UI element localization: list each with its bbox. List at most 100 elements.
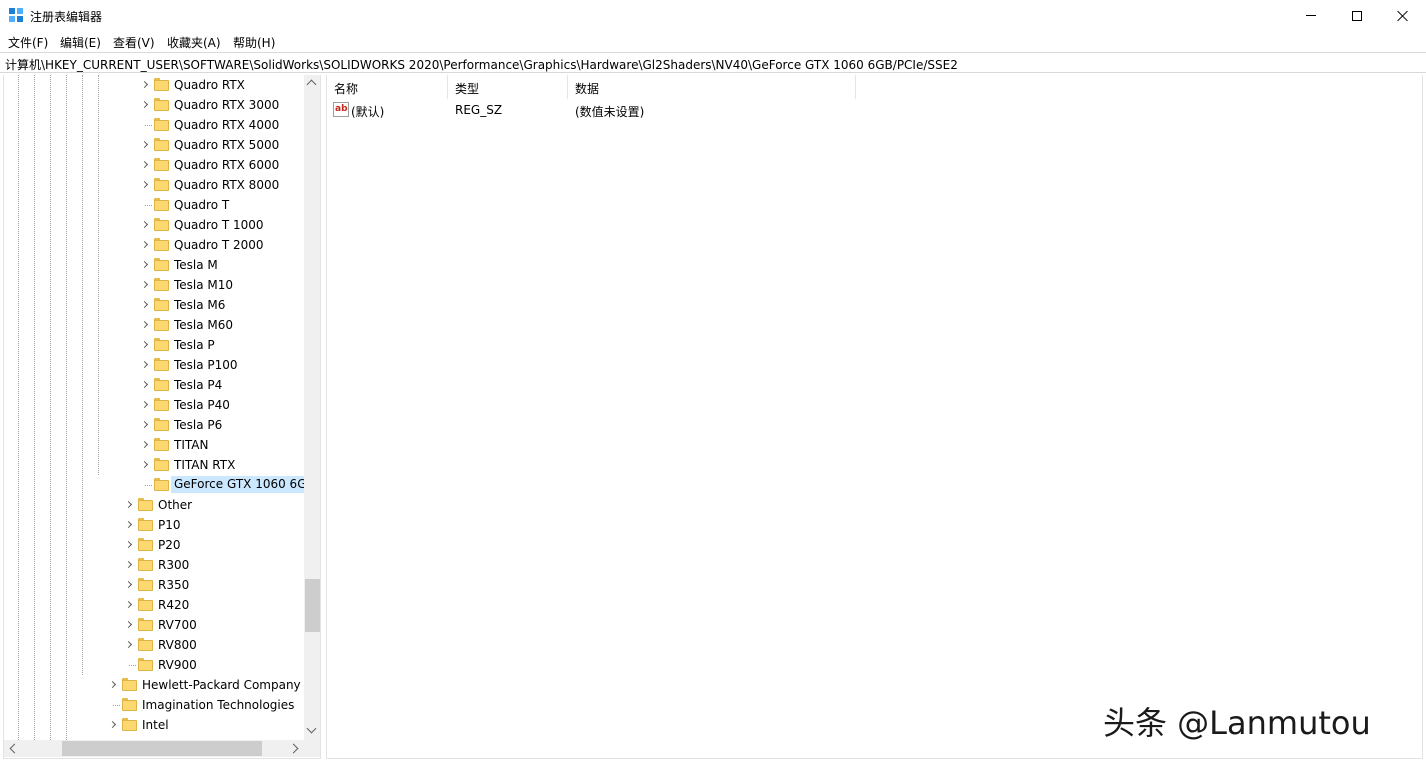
minimize-button[interactable]: [1288, 0, 1334, 31]
tree-vertical-scrollbar[interactable]: [304, 75, 320, 740]
tree-node[interactable]: Tesla P6: [4, 415, 304, 435]
tree-horizontal-scroll-thumb[interactable]: [62, 741, 262, 756]
minimize-icon: [1306, 15, 1316, 16]
chevron-right-icon[interactable]: [140, 80, 150, 90]
tree-node[interactable]: Tesla P100: [4, 355, 304, 375]
tree-node[interactable]: P10: [4, 515, 304, 535]
address-path[interactable]: 计算机\HKEY_CURRENT_USER\SOFTWARE\SolidWork…: [5, 56, 958, 73]
column-header-data[interactable]: 数据: [568, 75, 856, 99]
chevron-right-icon[interactable]: [124, 500, 134, 510]
key-tree[interactable]: Quadro RTX Quadro RTX 3000 Quadro RTX 4000…: [4, 75, 304, 740]
chevron-right-icon[interactable]: [124, 580, 134, 590]
chevron-right-icon[interactable]: [140, 240, 150, 250]
ab-string-value-icon: ab: [333, 102, 349, 117]
scroll-left-arrow-icon[interactable]: [9, 743, 20, 754]
close-button[interactable]: [1380, 0, 1426, 31]
tree-node[interactable]: Quadro RTX: [4, 75, 304, 95]
chevron-right-icon[interactable]: [140, 380, 150, 390]
tree-node[interactable]: Imagination Technologies: [4, 695, 304, 715]
tree-node[interactable]: Quadro RTX 8000: [4, 175, 304, 195]
tree-node[interactable]: Quadro RTX 4000: [4, 115, 304, 135]
menu-view[interactable]: 查看(V): [113, 34, 155, 51]
folder-icon: [138, 618, 153, 631]
address-bar[interactable]: 计算机\HKEY_CURRENT_USER\SOFTWARE\SolidWork…: [0, 52, 1426, 73]
tree-node[interactable]: Tesla M6: [4, 295, 304, 315]
tree-node[interactable]: R300: [4, 555, 304, 575]
tree-node[interactable]: RV800: [4, 635, 304, 655]
chevron-right-icon[interactable]: [108, 680, 118, 690]
chevron-right-icon[interactable]: [124, 620, 134, 630]
tree-node[interactable]: R420: [4, 595, 304, 615]
maximize-icon: [1352, 10, 1362, 21]
chevron-right-icon[interactable]: [140, 300, 150, 310]
chevron-right-icon[interactable]: [140, 420, 150, 430]
chevron-right-icon[interactable]: [124, 540, 134, 550]
tree-node[interactable]: TITAN RTX: [4, 455, 304, 475]
close-icon: [1397, 10, 1409, 22]
tree-horizontal-scrollbar[interactable]: [4, 740, 304, 757]
chevron-right-icon[interactable]: [140, 400, 150, 410]
tree-node[interactable]: P20: [4, 535, 304, 555]
chevron-right-icon[interactable]: [124, 640, 134, 650]
folder-icon: [138, 658, 153, 671]
tree-node[interactable]: Other: [4, 495, 304, 515]
folder-icon: [138, 638, 153, 651]
scroll-down-arrow-icon[interactable]: [306, 723, 317, 734]
tree-node[interactable]: Quadro T: [4, 195, 304, 215]
folder-icon: [154, 398, 169, 411]
folder-icon: [154, 438, 169, 451]
chevron-right-icon[interactable]: [124, 600, 134, 610]
chevron-right-icon[interactable]: [140, 460, 150, 470]
chevron-right-icon[interactable]: [140, 320, 150, 330]
chevron-right-icon[interactable]: [140, 260, 150, 270]
tree-node[interactable]: Tesla M10: [4, 275, 304, 295]
tree-node[interactable]: R350: [4, 575, 304, 595]
column-header-type[interactable]: 类型: [448, 75, 568, 99]
tree-node[interactable]: Hewlett-Packard Company: [4, 675, 304, 695]
tree-node[interactable]: Quadro RTX 6000: [4, 155, 304, 175]
menu-favorites[interactable]: 收藏夹(A): [167, 34, 221, 51]
tree-node[interactable]: RV700: [4, 615, 304, 635]
tree-node[interactable]: Tesla M60: [4, 315, 304, 335]
chevron-right-icon[interactable]: [140, 360, 150, 370]
tree-node[interactable]: Tesla P40: [4, 395, 304, 415]
tree-node[interactable]: Tesla P4: [4, 375, 304, 395]
chevron-right-icon[interactable]: [140, 220, 150, 230]
watermark: 头条 @Lanmutou: [1103, 704, 1371, 742]
chevron-right-icon[interactable]: [140, 160, 150, 170]
tree-node[interactable]: RV900: [4, 655, 304, 675]
chevron-right-icon[interactable]: [140, 180, 150, 190]
scroll-up-arrow-icon[interactable]: [306, 79, 317, 90]
tree-node[interactable]: Quadro RTX 5000: [4, 135, 304, 155]
chevron-right-icon[interactable]: [140, 100, 150, 110]
chevron-right-icon[interactable]: [124, 560, 134, 570]
chevron-right-icon[interactable]: [140, 140, 150, 150]
chevron-right-icon[interactable]: [140, 340, 150, 350]
maximize-button[interactable]: [1334, 0, 1380, 31]
values-list-pane[interactable]: 名称 类型 数据 ab (默认) REG_SZ (数值未设置): [326, 75, 1423, 759]
menu-help[interactable]: 帮助(H): [233, 34, 275, 51]
key-tree-pane[interactable]: Quadro RTX Quadro RTX 3000 Quadro RTX 4000…: [3, 75, 321, 759]
chevron-right-icon[interactable]: [140, 280, 150, 290]
tree-node[interactable]: Quadro RTX 3000: [4, 95, 304, 115]
tree-node[interactable]: Intel: [4, 715, 304, 735]
tree-node[interactable]: TITAN: [4, 435, 304, 455]
menu-file[interactable]: 文件(F): [8, 34, 48, 51]
tree-node[interactable]: GeForce GTX 1060 6GB/PCIe/SSE2: [4, 475, 304, 495]
column-header-name[interactable]: 名称: [327, 75, 448, 99]
folder-icon: [138, 598, 153, 611]
menu-edit[interactable]: 编辑(E): [60, 34, 101, 51]
scroll-right-arrow-icon[interactable]: [288, 743, 299, 754]
folder-icon: [122, 718, 137, 731]
tree-node[interactable]: Quadro T 1000: [4, 215, 304, 235]
tree-vertical-scroll-thumb[interactable]: [305, 579, 320, 632]
tree-node[interactable]: Tesla P: [4, 335, 304, 355]
tree-node[interactable]: Quadro T 2000: [4, 235, 304, 255]
tree-node-label: Quadro T 2000: [174, 238, 264, 252]
chevron-right-icon[interactable]: [140, 440, 150, 450]
tree-node[interactable]: Tesla M: [4, 255, 304, 275]
chevron-right-icon[interactable]: [124, 520, 134, 530]
value-row[interactable]: ab (默认) REG_SZ (数值未设置): [327, 101, 867, 119]
folder-icon: [154, 318, 169, 331]
chevron-right-icon[interactable]: [108, 720, 118, 730]
